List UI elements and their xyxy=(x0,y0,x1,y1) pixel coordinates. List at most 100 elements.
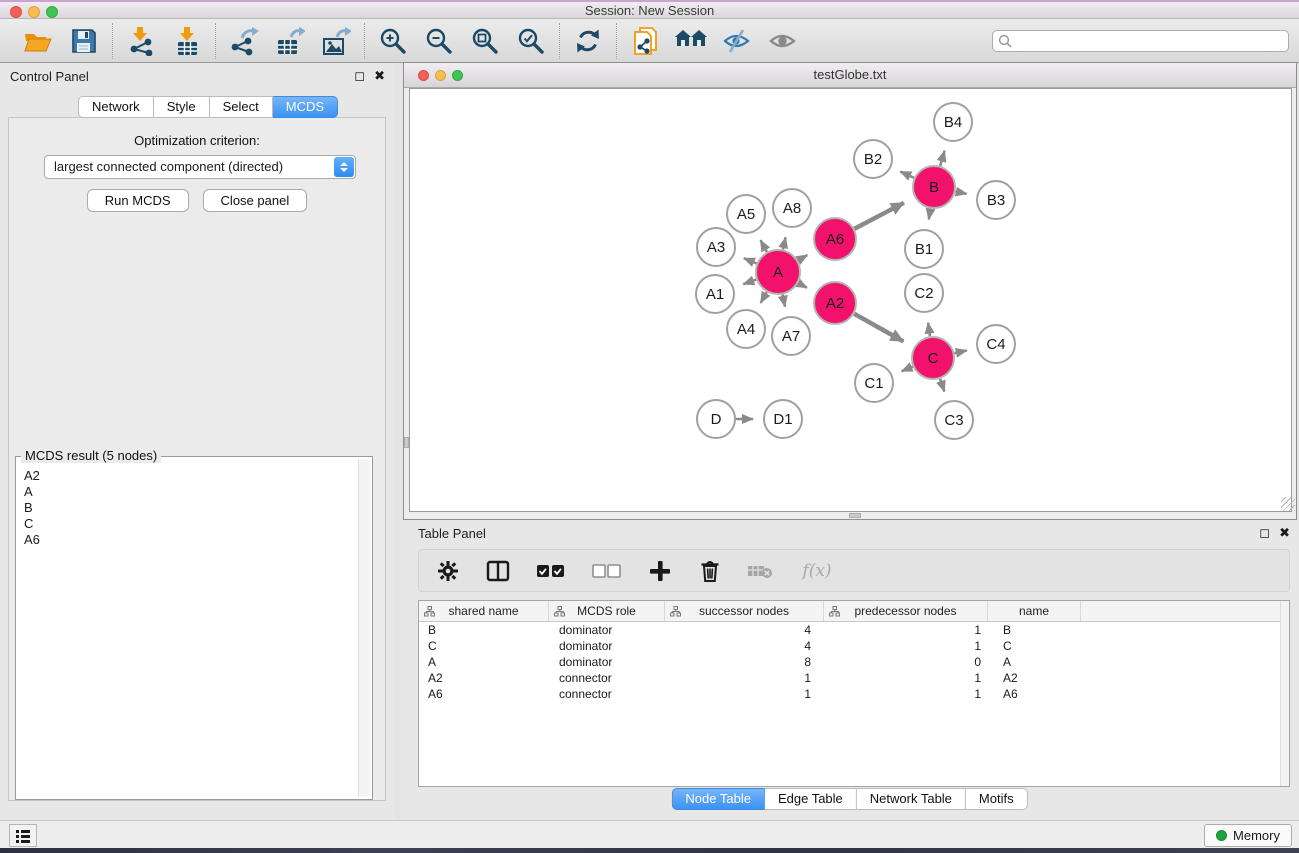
zoom-fit-button[interactable] xyxy=(468,24,502,58)
refresh-button[interactable] xyxy=(571,24,605,58)
table-scrollbar[interactable] xyxy=(1280,601,1289,786)
graph-node-C[interactable]: C xyxy=(912,337,954,379)
graph-edge-A-A2[interactable] xyxy=(798,283,807,288)
zoom-selected-button[interactable] xyxy=(514,24,548,58)
graph-node-A1[interactable]: A1 xyxy=(696,275,734,313)
criterion-dropdown[interactable]: largest connected component (directed) xyxy=(44,155,356,179)
graph-edge-A-A1[interactable] xyxy=(743,280,756,285)
network-canvas[interactable]: A5A8A3A1A4A7AA6A2BB2B4B3B1CC2C4C1C3DD1 xyxy=(409,88,1292,512)
float-table-panel-icon[interactable]: ◻ xyxy=(1259,525,1270,540)
graph-node-A4[interactable]: A4 xyxy=(727,310,765,348)
hide-panel-button[interactable] xyxy=(720,24,754,58)
graph-edge-A2-C[interactable] xyxy=(854,314,903,342)
memory-button[interactable]: Memory xyxy=(1204,824,1292,847)
show-panel-button[interactable] xyxy=(766,24,800,58)
graph-edge-A-A5[interactable] xyxy=(760,240,766,252)
graph-node-C4[interactable]: C4 xyxy=(977,325,1015,363)
result-item[interactable]: B xyxy=(24,500,352,516)
horizontal-scrollbar[interactable] xyxy=(409,513,1292,518)
result-scrollbar[interactable] xyxy=(358,459,370,797)
graph-edge-B-B3[interactable] xyxy=(956,192,967,194)
graph-node-B2[interactable]: B2 xyxy=(854,140,892,178)
tab-network[interactable]: Network xyxy=(78,96,154,118)
import-table-button[interactable] xyxy=(170,24,204,58)
search-input[interactable] xyxy=(1012,34,1283,48)
vertical-scrollbar[interactable] xyxy=(404,88,409,512)
home-button[interactable] xyxy=(674,24,708,58)
delete-column-button[interactable] xyxy=(697,558,723,584)
graph-edge-C-C1[interactable] xyxy=(902,367,913,372)
tab-select[interactable]: Select xyxy=(210,96,273,118)
graph-edge-A-A7[interactable] xyxy=(783,295,785,307)
split-view-button[interactable] xyxy=(485,558,511,584)
graph-edge-A6-B[interactable] xyxy=(854,203,903,229)
export-network-button[interactable] xyxy=(227,24,261,58)
graph-node-A2[interactable]: A2 xyxy=(814,282,856,324)
graph-node-A3[interactable]: A3 xyxy=(697,228,735,266)
close-table-panel-icon[interactable]: ✖ xyxy=(1279,525,1290,540)
close-panel-button[interactable]: Close panel xyxy=(203,189,308,212)
graph-node-C3[interactable]: C3 xyxy=(935,401,973,439)
result-item[interactable]: C xyxy=(24,516,352,532)
open-session-button[interactable] xyxy=(21,24,55,58)
graph-edge-A-A8[interactable] xyxy=(783,237,786,249)
result-item[interactable]: A2 xyxy=(24,468,352,484)
graph-node-A6[interactable]: A6 xyxy=(814,218,856,260)
tab-style[interactable]: Style xyxy=(154,96,210,118)
tab-network-table[interactable]: Network Table xyxy=(857,788,966,810)
hide-all-columns-button[interactable] xyxy=(591,558,623,584)
table-row[interactable]: Adominator80A xyxy=(419,654,1289,670)
graph-node-D1[interactable]: D1 xyxy=(764,400,802,438)
tab-node-table[interactable]: Node Table xyxy=(671,788,765,810)
tab-motifs[interactable]: Motifs xyxy=(966,788,1028,810)
graph-node-B1[interactable]: B1 xyxy=(905,230,943,268)
function-builder-button[interactable]: f(x) xyxy=(797,558,837,584)
table-row[interactable]: A2connector11A2 xyxy=(419,670,1289,686)
tab-edge-table[interactable]: Edge Table xyxy=(765,788,857,810)
zoom-in-button[interactable] xyxy=(376,24,410,58)
graph-edge-C-C2[interactable] xyxy=(928,323,930,336)
column-header-name[interactable]: name xyxy=(988,601,1081,621)
graph-node-A5[interactable]: A5 xyxy=(727,195,765,233)
graph-edge-C-C3[interactable] xyxy=(940,379,944,392)
graph-edge-C-C4[interactable] xyxy=(954,351,966,354)
export-table-button[interactable] xyxy=(273,24,307,58)
float-panel-icon[interactable]: ◻ xyxy=(354,68,365,83)
column-header-MCDS-role[interactable]: MCDS role xyxy=(549,601,665,621)
graph-node-A[interactable]: A xyxy=(756,250,800,294)
table-settings-button[interactable] xyxy=(435,558,461,584)
search-field[interactable] xyxy=(992,30,1289,52)
resize-grip[interactable] xyxy=(1281,497,1295,511)
graph-edge-A-A3[interactable] xyxy=(744,258,757,263)
export-image-button[interactable] xyxy=(319,24,353,58)
close-panel-icon[interactable]: ✖ xyxy=(374,68,385,83)
destroy-table-button[interactable] xyxy=(747,558,773,584)
table-row[interactable]: A6connector11A6 xyxy=(419,686,1289,702)
tab-mcds[interactable]: MCDS xyxy=(273,96,338,118)
graph-edge-B-B4[interactable] xyxy=(940,151,944,166)
save-session-button[interactable] xyxy=(67,24,101,58)
graph-edge-B-B1[interactable] xyxy=(929,209,931,220)
run-mcds-button[interactable]: Run MCDS xyxy=(87,189,189,212)
graph-node-B3[interactable]: B3 xyxy=(977,181,1015,219)
graph-edge-A-A4[interactable] xyxy=(761,292,767,303)
table-row[interactable]: Bdominator41B xyxy=(419,622,1289,638)
zoom-out-button[interactable] xyxy=(422,24,456,58)
table-row[interactable]: Cdominator41C xyxy=(419,638,1289,654)
show-all-columns-button[interactable] xyxy=(535,558,567,584)
import-network-button[interactable] xyxy=(124,24,158,58)
column-header-successor-nodes[interactable]: successor nodes xyxy=(665,601,824,621)
task-history-button[interactable] xyxy=(9,824,37,847)
graph-node-A7[interactable]: A7 xyxy=(772,317,810,355)
column-header-shared-name[interactable]: shared name xyxy=(419,601,549,621)
column-header-predecessor-nodes[interactable]: predecessor nodes xyxy=(824,601,988,621)
create-column-button[interactable] xyxy=(647,558,673,584)
graph-node-B4[interactable]: B4 xyxy=(934,103,972,141)
clone-network-button[interactable] xyxy=(628,24,662,58)
graph-node-D[interactable]: D xyxy=(697,400,735,438)
graph-node-A8[interactable]: A8 xyxy=(773,189,811,227)
graph-edge-B-B2[interactable] xyxy=(900,172,914,178)
graph-node-C1[interactable]: C1 xyxy=(855,364,893,402)
result-item[interactable]: A xyxy=(24,484,352,500)
graph-node-B[interactable]: B xyxy=(913,166,955,208)
